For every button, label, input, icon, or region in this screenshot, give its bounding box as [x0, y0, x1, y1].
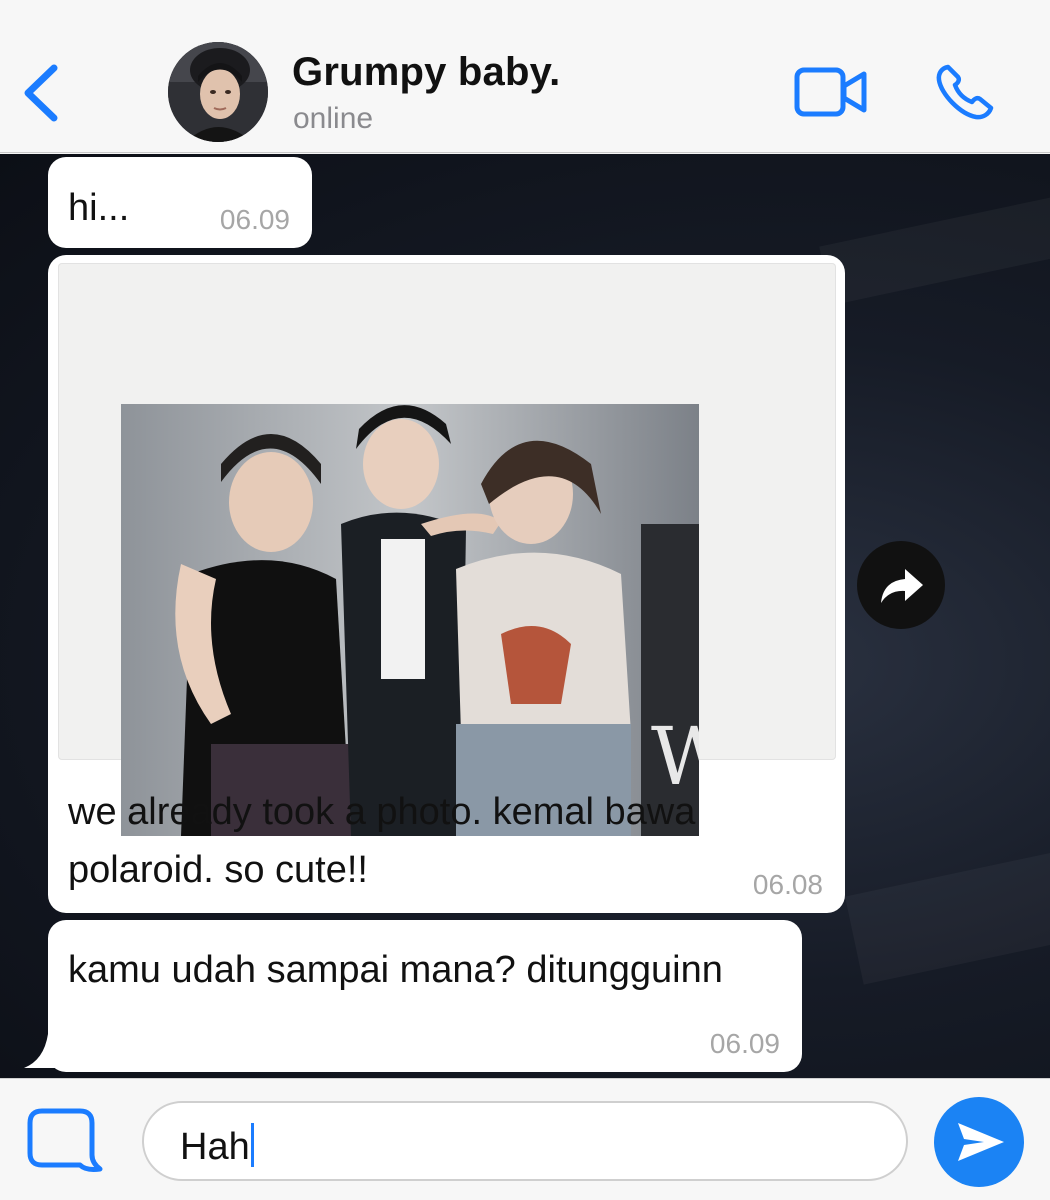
- message-input[interactable]: Hah: [142, 1101, 908, 1181]
- contact-name[interactable]: Grumpy baby.: [292, 50, 560, 95]
- message-bubble[interactable]: kamu udah sampai mana? ditungguinn 06.09: [48, 920, 802, 1072]
- message-text: kamu udah sampai mana? ditungguinn: [68, 949, 723, 991]
- phone-icon: [936, 64, 994, 120]
- attachment-button[interactable]: [26, 1107, 110, 1177]
- send-button[interactable]: [934, 1097, 1024, 1187]
- message-text: hi...: [68, 187, 130, 229]
- chat-header: Grumpy baby. online: [0, 0, 1050, 153]
- image-message-bubble[interactable]: W we already took a photo. kemal bawa po…: [48, 255, 845, 913]
- background-streak: [819, 154, 1050, 306]
- contact-status: online: [293, 102, 374, 135]
- back-button[interactable]: [18, 60, 66, 126]
- send-icon: [958, 1123, 1004, 1161]
- message-composer: Hah: [0, 1078, 1050, 1200]
- text-caret: [250, 1123, 254, 1167]
- polaroid-photo[interactable]: W: [121, 404, 699, 836]
- message-square-icon: [27, 1108, 103, 1172]
- message-input-text[interactable]: Hah: [180, 1123, 254, 1169]
- chevron-left-icon: [24, 64, 58, 122]
- share-button[interactable]: [857, 541, 945, 629]
- message-time: 06.09: [709, 1028, 780, 1059]
- message-text: we already took a photo. kemal bawa pola…: [68, 791, 696, 891]
- avatar-image: [168, 42, 268, 142]
- message-time: 06.09: [219, 204, 290, 235]
- message-bubble[interactable]: hi... 06.09: [48, 157, 312, 248]
- voice-call-button[interactable]: [934, 62, 996, 122]
- video-call-button[interactable]: [794, 66, 868, 118]
- chat-area[interactable]: hi... 06.09 W we already took a photo. k…: [0, 154, 1050, 1078]
- share-arrow-icon: [881, 569, 923, 603]
- video-camera-icon: [794, 67, 867, 117]
- background-streak: [845, 813, 1050, 985]
- photo-content: W: [121, 404, 699, 836]
- message-time: 06.08: [752, 869, 823, 900]
- avatar[interactable]: [168, 42, 268, 142]
- polaroid-frame: W: [58, 263, 836, 836]
